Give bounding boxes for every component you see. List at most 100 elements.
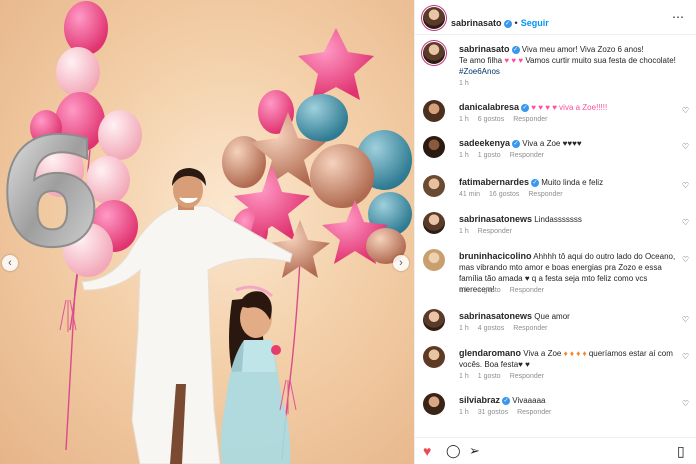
comment-text: sabrinasatonews Que amor [459,311,681,322]
comment-meta: 1 h Responder [459,228,521,235]
left-balloon-bunch: 6 [0,1,142,282]
comment-text: sabrinasatonews Lindasssssss [459,214,681,225]
reply-button[interactable]: Responder [510,287,544,294]
comment-likes[interactable]: 16 gostos [489,191,519,198]
like-comment-icon[interactable]: ♡ [682,106,689,115]
comment-time: 1 h [459,116,469,123]
caption-text: sabrinasato ✓ Viva meu amor! Viva Zozo 6 … [459,44,693,77]
post-header: sabrinasato ✓ • Seguir ⋯ [415,0,696,35]
comment-likes[interactable]: 1 gosto [478,373,501,380]
comment-meta: 1 h 1 gosto Responder [459,287,553,294]
comment-content: Vivaaaaa [512,396,546,405]
commenter-username[interactable]: sadeekenya [459,138,510,148]
commenter-username[interactable]: fatimabernardes [459,177,529,187]
commenter-username[interactable]: sabrinasatonews [459,311,532,321]
comment-meta: 1 h 1 gosto Responder [459,152,553,159]
commenter-avatar[interactable] [423,212,445,234]
girl-figure [220,285,291,464]
commenter-avatar[interactable] [423,249,445,271]
save-icon[interactable]: ▯ [677,443,685,459]
caption-avatar[interactable] [423,42,445,64]
caption-time: 1 h [459,80,469,87]
previous-photo-button[interactable]: ‹ [2,255,18,271]
commenter-username[interactable]: bruninhacicolino [459,251,532,261]
number-six-balloon: 6 [0,107,102,281]
separator-dot: • [514,18,518,28]
reply-button[interactable]: Responder [517,409,551,416]
comment-text: silviabraz ✓ Vivaaaaa [459,395,681,406]
like-comment-icon[interactable]: ♡ [682,315,689,324]
commenter-username[interactable]: silviabraz [459,395,500,405]
comment-meta: 1 h 6 gostos Responder [459,116,556,123]
comment-likes[interactable]: 1 gosto [478,152,501,159]
commenter-avatar[interactable] [423,309,445,331]
author-username[interactable]: sabrinasato [451,18,502,28]
verified-badge-icon: ✓ [503,20,512,28]
comment-text: sadeekenya ✓ Viva a Zoe ♥♥♥♥ [459,138,681,149]
like-comment-icon[interactable]: ♡ [682,142,689,151]
post-side-panel: sabrinasato ✓ • Seguir ⋯ sabrinasato ✓ Viva … [414,0,696,464]
fire-emoji-icon: ♦ ♦ ♦ ♦ [563,349,587,358]
comment-icon[interactable]: ◯ [446,443,461,459]
follow-button[interactable]: Seguir [521,18,549,28]
reply-button[interactable]: Responder [513,325,547,332]
post-action-bar: ♥ ◯ ➢ ▯ [415,437,696,464]
verified-badge-icon: ✓ [531,179,540,187]
comment-meta: 1 h 4 gostos Responder [459,325,556,332]
caption-hashtag[interactable]: #Zoe6Anos [459,67,500,76]
comment-content: Viva a Zoe [523,349,562,358]
comment-likes[interactable]: 31 gostos [478,409,508,416]
comment-meta: 1 h 1 gosto Responder [459,373,553,380]
comment-likes[interactable]: 4 gostos [478,325,504,332]
reply-button[interactable]: Responder [528,191,562,198]
commenter-avatar[interactable] [423,100,445,122]
comment-content: Muito linda e feliz [541,178,604,187]
commenter-avatar[interactable] [423,136,445,158]
commenter-avatar[interactable] [423,346,445,368]
commenter-avatar[interactable] [423,393,445,415]
verified-badge-icon: ✓ [521,104,530,112]
caption-line-3: Vamos curtir muito sua festa de chocolat… [525,56,676,65]
comment-time: 1 h [459,152,469,159]
comment-likes[interactable]: 6 gostos [478,116,504,123]
comment-text: danicalabresa ✓ ♥ ♥ ♥ ♥ viva a Zoe!!!!! [459,102,681,113]
comment-content: ♥ ♥ ♥ ♥ viva a Zoe!!!!! [531,103,608,112]
hearts-emoji-icon: ♥ ♥ ♥ [504,56,524,65]
commenter-avatar[interactable] [423,175,445,197]
comment-content: Lindasssssss [534,215,582,224]
post-photo[interactable]: 6 ‹ › [0,0,414,464]
commenter-username[interactable]: sabrinasatonews [459,214,532,224]
more-options-icon[interactable]: ⋯ [672,10,685,24]
comment-content: Viva a Zoe ♥♥♥♥ [522,139,582,148]
verified-badge-icon: ✓ [502,397,511,405]
commenter-username[interactable]: glendaromano [459,348,521,358]
caption-line-1: Viva meu amor! Viva Zozo 6 anos! [521,45,644,54]
share-icon[interactable]: ➢ [469,443,480,459]
comment-time: 41 min [459,191,481,198]
like-comment-icon[interactable]: ♡ [682,399,689,408]
comment-time: 1 h [459,287,469,294]
verified-badge-icon: ✓ [512,140,521,148]
like-icon[interactable]: ♥ [423,443,431,459]
comment-meta: 1 h 31 gostos Responder [459,409,560,416]
comment-meta: 41 min 16 gostos Responder [459,191,572,198]
reply-button[interactable]: Responder [513,116,547,123]
caption-username[interactable]: sabrinasato [459,44,510,54]
party-photo-illustration: 6 [0,1,412,464]
like-comment-icon[interactable]: ♡ [682,255,689,264]
like-comment-icon[interactable]: ♡ [682,352,689,361]
like-comment-icon[interactable]: ♡ [682,218,689,227]
author-avatar[interactable] [423,7,445,29]
reply-button[interactable]: Responder [510,152,544,159]
caption-line-2: Te amo filha [459,56,503,65]
like-comment-icon[interactable]: ♡ [682,181,689,190]
reply-button[interactable]: Responder [478,228,512,235]
next-photo-button[interactable]: › [393,255,409,271]
comment-time: 1 h [459,409,469,416]
comment-text: glendaromano Viva a Zoe ♦ ♦ ♦ ♦ queríamo… [459,348,681,370]
comment-time: 1 h [459,325,469,332]
reply-button[interactable]: Responder [510,373,544,380]
comment-content: Que amor [534,312,570,321]
commenter-username[interactable]: danicalabresa [459,102,519,112]
comment-likes[interactable]: 1 gosto [478,287,501,294]
